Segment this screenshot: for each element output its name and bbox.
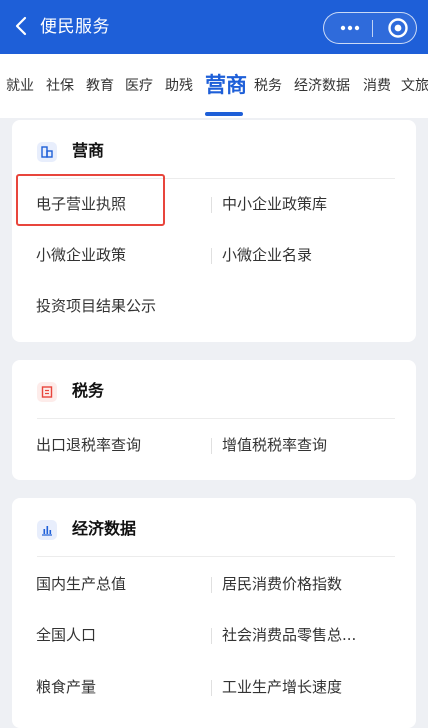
service-item[interactable]: 居民消费价格指数: [222, 573, 342, 595]
service-item[interactable]: 社会消费品零售总...: [222, 624, 356, 646]
capsule-divider: [372, 20, 373, 37]
divider: [37, 556, 395, 557]
section-card-economic-data: 经济数据 国内生产总值 居民消费价格指数 全国人口 社会消费品零售总... 粮食…: [12, 498, 416, 728]
item-divider: [211, 577, 212, 593]
active-tab-indicator: [205, 112, 243, 116]
section-header: 经济数据: [12, 498, 416, 556]
tab-social-security[interactable]: 社保: [46, 76, 74, 96]
mini-program-capsule: [323, 12, 417, 44]
top-bar: 便民服务: [0, 0, 428, 54]
item-divider: [211, 628, 212, 644]
tab-jobs[interactable]: 就业: [6, 76, 34, 96]
service-item[interactable]: 全国人口: [36, 624, 96, 646]
item-divider: [211, 197, 212, 213]
section-header: 税务: [12, 360, 416, 418]
tab-economic-data[interactable]: 经济数据: [294, 76, 350, 96]
item-divider: [211, 438, 212, 454]
service-item[interactable]: 粮食产量: [36, 676, 96, 698]
section-card-tax: 税务 出口退税率查询 增值税税率查询: [12, 360, 416, 480]
item-divider: [211, 248, 212, 264]
divider: [37, 418, 395, 419]
service-item[interactable]: 小微企业名录: [222, 244, 312, 266]
tab-disability-aid[interactable]: 助残: [165, 76, 193, 96]
back-icon[interactable]: [10, 14, 34, 38]
service-item[interactable]: 国内生产总值: [36, 573, 126, 595]
close-target-icon[interactable]: [387, 17, 409, 39]
service-item[interactable]: 出口退税率查询: [36, 434, 141, 456]
service-item[interactable]: 增值税税率查询: [222, 434, 327, 456]
more-icon[interactable]: [338, 20, 362, 36]
category-tabs: 就业 社保 教育 医疗 助残 营商 税务 经济数据 消费 文旅: [0, 54, 428, 118]
tab-culture-tourism[interactable]: 文旅: [401, 76, 428, 96]
section-card-business: 营商 电子营业执照 中小企业政策库 小微企业政策 小微企业名录 投资项目结果公示: [12, 120, 416, 342]
tax-icon: [37, 382, 57, 402]
section-title: 营商: [72, 141, 105, 160]
tab-tax[interactable]: 税务: [254, 76, 282, 96]
building-icon: [37, 142, 57, 162]
section-title: 经济数据: [72, 519, 137, 538]
section-title: 税务: [72, 381, 105, 400]
tab-consumption[interactable]: 消费: [363, 76, 391, 96]
tab-business[interactable]: 营商: [205, 70, 247, 100]
page-title: 便民服务: [40, 17, 110, 37]
tab-education[interactable]: 教育: [86, 76, 114, 96]
selection-highlight: [16, 174, 165, 226]
service-item[interactable]: 投资项目结果公示: [36, 295, 156, 317]
bar-chart-icon: [37, 520, 57, 540]
section-header: 营商: [12, 120, 416, 178]
service-item[interactable]: 小微企业政策: [36, 244, 126, 266]
tab-medical[interactable]: 医疗: [125, 76, 153, 96]
service-item[interactable]: 中小企业政策库: [222, 193, 327, 215]
item-divider: [211, 680, 212, 696]
service-item[interactable]: 工业生产增长速度: [222, 676, 342, 698]
